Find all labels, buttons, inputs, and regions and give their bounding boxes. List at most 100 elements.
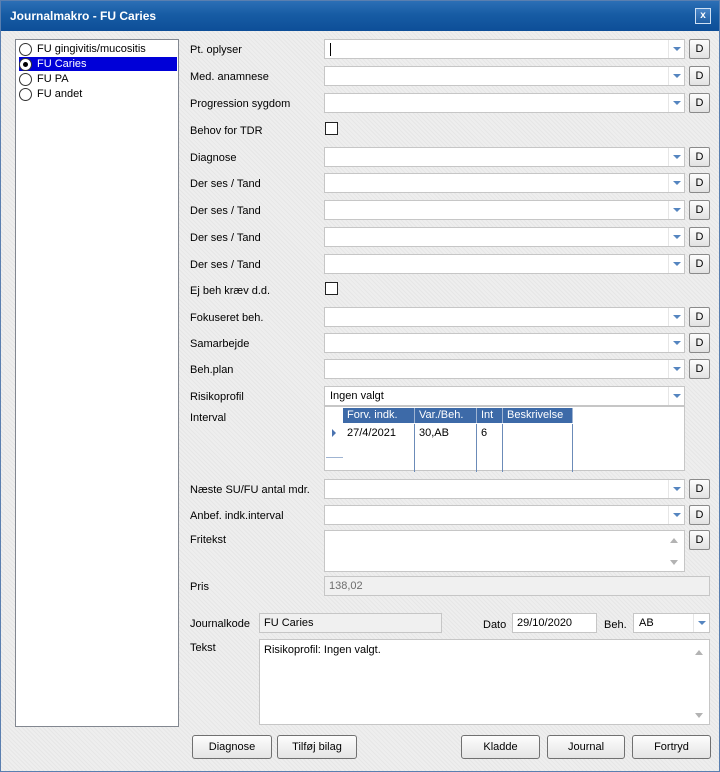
beh-label: Beh. [604,619,627,631]
anbef-combo[interactable] [324,505,685,525]
samarbejde-d-button[interactable]: D [689,333,710,353]
dato-field[interactable]: 29/10/2020 [512,613,597,633]
progression-combo[interactable] [324,93,685,113]
row-pointer-icon [326,424,343,442]
title-bar: Journalmakro - FU Caries x [1,1,719,31]
radio-icon[interactable] [19,42,32,56]
der-ses-4-combo[interactable] [324,254,685,274]
macro-option-list: FU gingivitis/mucositis FU Caries FU PA … [15,39,179,727]
der-ses-1-d-button[interactable]: D [689,173,710,193]
progression-d-button[interactable]: D [689,93,710,113]
chevron-down-icon[interactable] [668,40,684,58]
fritekst-d-button[interactable]: D [689,530,710,550]
naeste-su-combo[interactable] [324,479,685,499]
chevron-down-icon[interactable] [668,228,684,246]
der-ses-3-combo[interactable] [324,227,685,247]
radio-checked-icon[interactable] [19,57,32,71]
chevron-down-icon[interactable] [668,148,684,166]
pris-label: Pris [190,581,209,593]
pt-oplyser-d-button[interactable]: D [689,39,710,59]
behov-tdr-checkbox[interactable] [325,122,338,135]
text-caret [330,43,331,56]
option-fu-andet[interactable]: FU andet [19,87,177,101]
chevron-down-icon[interactable] [668,201,684,219]
option-label: FU PA [37,73,69,85]
grid-cell[interactable]: 27/4/2021 [343,424,415,472]
der-ses-2-combo[interactable] [324,200,685,220]
diagnose-d-button[interactable]: D [689,147,710,167]
risikoprofil-combo[interactable]: Ingen valgt [324,386,685,406]
radio-icon[interactable] [19,87,32,101]
scroll-up-icon[interactable] [695,650,704,656]
grid-header-int[interactable]: Int [477,408,503,423]
med-anamnese-combo[interactable] [324,66,685,86]
grid-cell[interactable]: 30,AB [415,424,477,472]
grid-header-beskrivelse[interactable]: Beskrivelse [503,408,573,423]
ej-beh-label: Ej beh kræv d.d. [190,285,271,297]
grid-cell[interactable] [503,424,573,472]
beh-plan-d-button[interactable]: D [689,359,710,379]
row-divider [326,457,343,458]
med-anamnese-d-button[interactable]: D [689,66,710,86]
journalkode-label: Journalkode [190,618,250,630]
diagnose-label: Diagnose [190,152,237,164]
combo-value: Ingen valgt [330,390,384,402]
chevron-down-icon[interactable] [693,614,709,632]
window-title: Journalmakro - FU Caries [10,9,157,23]
anbef-d-button[interactable]: D [689,505,710,525]
der-ses-2-label: Der ses / Tand [190,205,261,217]
tekst-textarea[interactable]: Risikoprofil: Ingen valgt. [259,639,710,725]
tilfoj-bilag-button[interactable]: Tilføj bilag [277,735,357,759]
option-fu-caries[interactable]: FU Caries [19,57,177,71]
der-ses-1-label: Der ses / Tand [190,178,261,190]
grid-cell[interactable]: 6 [477,424,503,472]
radio-icon[interactable] [19,72,32,86]
naeste-su-label: Næste SU/FU antal mdr. [190,484,310,496]
scroll-down-icon[interactable] [670,560,679,566]
fritekst-textarea[interactable] [324,530,685,572]
option-fu-gingivitis[interactable]: FU gingivitis/mucositis [19,42,177,56]
chevron-down-icon[interactable] [668,308,684,326]
chevron-down-icon[interactable] [668,174,684,192]
ej-beh-checkbox[interactable] [325,282,338,295]
grid-header-var[interactable]: Var./Beh. [415,408,477,423]
chevron-down-icon[interactable] [668,94,684,112]
der-ses-3-d-button[interactable]: D [689,227,710,247]
scroll-down-icon[interactable] [695,713,704,719]
samarbejde-label: Samarbejde [190,338,250,350]
samarbejde-combo[interactable] [324,333,685,353]
dato-label: Dato [483,619,507,631]
anbef-label: Anbef. indk.interval [190,510,284,522]
der-ses-4-label: Der ses / Tand [190,259,261,271]
beh-combo[interactable]: AB [633,613,710,633]
progression-label: Progression sygdom [190,98,291,110]
chevron-down-icon[interactable] [668,387,684,405]
beh-plan-combo[interactable] [324,359,685,379]
chevron-down-icon[interactable] [668,67,684,85]
naeste-su-d-button[interactable]: D [689,479,710,499]
pt-oplyser-combo[interactable] [324,39,685,59]
med-anamnese-label: Med. anamnese [190,71,269,83]
der-ses-1-combo[interactable] [324,173,685,193]
tekst-label: Tekst [190,642,216,654]
der-ses-2-d-button[interactable]: D [689,200,710,220]
chevron-down-icon[interactable] [668,255,684,273]
interval-grid[interactable]: Forv. indk. Var./Beh. Int Beskrivelse 27… [324,406,685,472]
der-ses-4-d-button[interactable]: D [689,254,710,274]
journal-button[interactable]: Journal [547,735,625,759]
scroll-up-icon[interactable] [670,538,679,544]
fokuseret-combo[interactable] [324,307,685,327]
chevron-down-icon[interactable] [668,480,684,498]
option-fu-pa[interactable]: FU PA [19,72,177,86]
kladde-button[interactable]: Kladde [461,735,540,759]
chevron-down-icon[interactable] [668,334,684,352]
fortryd-button[interactable]: Fortryd [632,735,711,759]
memo-text: Risikoprofil: Ingen valgt. [264,644,381,656]
fokuseret-d-button[interactable]: D [689,307,710,327]
chevron-down-icon[interactable] [668,506,684,524]
close-button[interactable]: x [695,8,711,24]
chevron-down-icon[interactable] [668,360,684,378]
grid-header-forv[interactable]: Forv. indk. [343,408,415,423]
diagnose-button[interactable]: Diagnose [192,735,272,759]
diagnose-combo[interactable] [324,147,685,167]
